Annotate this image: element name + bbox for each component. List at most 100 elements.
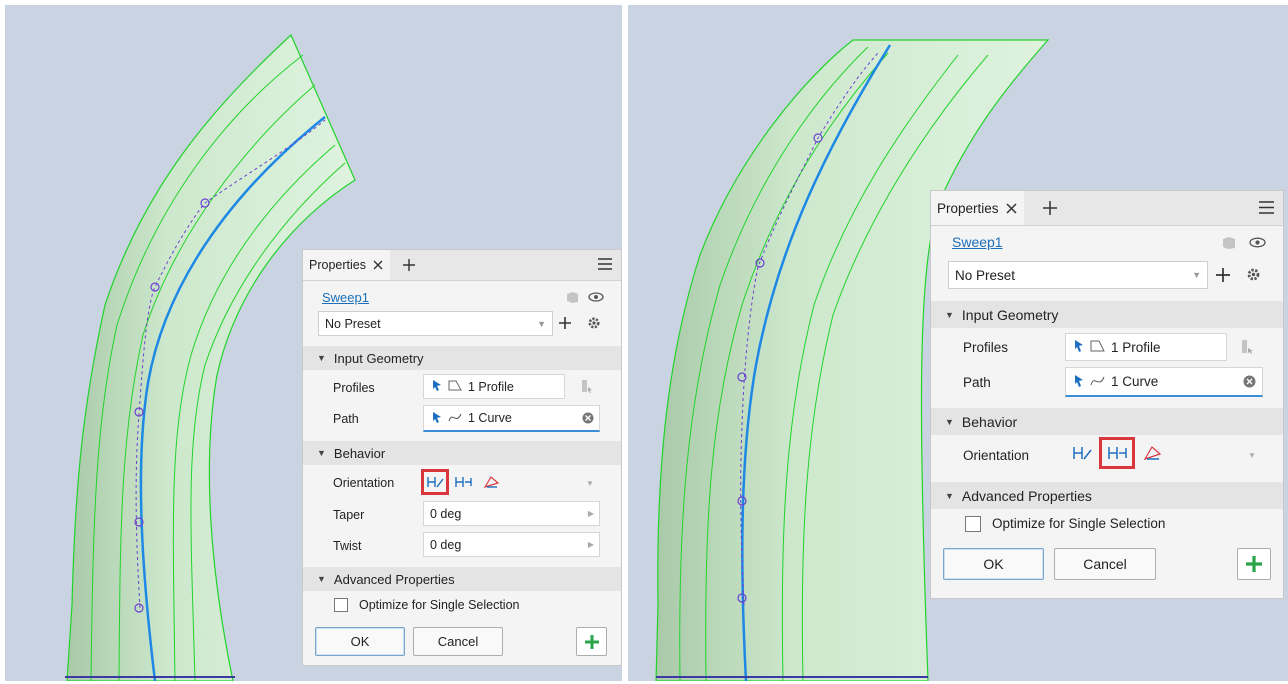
optimize-checkbox[interactable] [334, 598, 348, 612]
curve-icon [1090, 374, 1105, 390]
section-advanced-properties[interactable]: ▼ Advanced Properties [931, 482, 1283, 509]
preset-dropdown[interactable]: No Preset ▼ [948, 261, 1208, 289]
eye-icon[interactable] [588, 290, 604, 304]
ok-label: OK [983, 556, 1004, 572]
section-behavior[interactable]: ▼ Behavior [931, 408, 1283, 435]
twist-label: Twist [333, 539, 362, 553]
section-behavior-label: Behavior [333, 445, 386, 461]
profiles-selector[interactable]: 1 Profile [1065, 333, 1227, 361]
feature-name[interactable]: Sweep1 [952, 234, 1003, 250]
cancel-button[interactable]: Cancel [413, 627, 503, 656]
clear-icon[interactable] [582, 412, 594, 424]
gear-icon[interactable] [1246, 267, 1261, 282]
spinner-icon[interactable]: ▶ [588, 509, 594, 518]
tab-properties-label: Properties [309, 258, 366, 272]
curve-icon [448, 411, 462, 426]
taper-input[interactable]: 0 deg ▶ [423, 501, 600, 526]
add-tab-icon[interactable] [1043, 201, 1057, 215]
section-advanced-properties[interactable]: ▼ Advanced Properties [303, 567, 621, 591]
panel-tab-bar: Properties [303, 250, 621, 281]
orientation-dropdown-icon[interactable]: ▼ [586, 479, 594, 488]
section-input-geometry[interactable]: ▼ Input Geometry [931, 301, 1283, 328]
profile-select-tool-icon[interactable] [1241, 339, 1254, 356]
collapse-triangle-icon: ▼ [945, 309, 954, 320]
path-value: 1 Curve [468, 411, 512, 425]
orientation-label: Orientation [333, 476, 395, 490]
path-orientation-icon[interactable] [421, 469, 449, 495]
feature-name[interactable]: Sweep1 [322, 290, 369, 305]
section-input-geometry[interactable]: ▼ Input Geometry [303, 346, 621, 370]
select-arrow-icon [432, 379, 442, 394]
profile-shape-icon [1090, 339, 1105, 355]
cancel-button[interactable]: Cancel [1054, 548, 1156, 580]
ok-button[interactable]: OK [943, 548, 1044, 580]
gear-icon[interactable] [587, 316, 601, 330]
add-tab-icon[interactable] [403, 259, 415, 271]
clear-icon[interactable] [1243, 375, 1256, 388]
select-arrow-icon [1074, 339, 1084, 355]
orientation-group [421, 469, 505, 495]
optimize-label: Optimize for Single Selection [359, 598, 520, 612]
ok-button[interactable]: OK [315, 627, 405, 656]
profiles-label: Profiles [963, 340, 1009, 355]
preset-value: No Preset [325, 316, 381, 331]
green-plus-icon [1246, 556, 1262, 572]
parallel-orientation-icon[interactable] [1099, 437, 1135, 469]
panel-tab-bar: Properties [931, 191, 1283, 226]
taper-value: 0 deg [430, 506, 462, 521]
path-value: 1 Curve [1111, 374, 1159, 389]
section-advanced-label: Advanced Properties [333, 571, 455, 587]
optimize-label: Optimize for Single Selection [992, 516, 1166, 531]
profile-select-tool-icon[interactable] [581, 379, 593, 395]
section-input-geometry-label: Input Geometry [333, 350, 424, 366]
section-input-geometry-label: Input Geometry [961, 306, 1059, 323]
tab-properties[interactable]: Properties [303, 250, 390, 280]
tab-properties-label: Properties [937, 200, 999, 216]
profiles-selector[interactable]: 1 Profile [423, 374, 565, 399]
hamburger-menu-icon[interactable] [597, 257, 613, 271]
cube-icon[interactable] [565, 290, 579, 304]
hamburger-menu-icon[interactable] [1258, 200, 1275, 215]
eye-icon[interactable] [1249, 235, 1266, 250]
add-preset-icon[interactable] [1216, 268, 1230, 282]
orientation-group [1065, 437, 1169, 469]
collapse-triangle-icon: ▼ [945, 416, 954, 427]
path-selector[interactable]: 1 Curve [1065, 367, 1263, 397]
path-label: Path [333, 412, 359, 426]
path-selector[interactable]: 1 Curve [423, 405, 600, 432]
cancel-label: Cancel [437, 634, 479, 649]
guide-orientation-icon[interactable] [1135, 437, 1169, 469]
collapse-triangle-icon: ▼ [945, 490, 954, 501]
profiles-value: 1 Profile [468, 379, 514, 394]
section-behavior[interactable]: ▼ Behavior [303, 441, 621, 465]
optimize-checkbox[interactable] [965, 516, 981, 532]
add-preset-icon[interactable] [559, 317, 571, 329]
profiles-value: 1 Profile [1111, 339, 1161, 355]
ok-label: OK [350, 634, 370, 649]
parallel-orientation-icon[interactable] [449, 469, 477, 495]
guide-orientation-icon[interactable] [477, 469, 505, 495]
path-label: Path [963, 375, 991, 390]
cube-icon[interactable] [1221, 235, 1236, 250]
section-behavior-label: Behavior [961, 413, 1018, 430]
profile-shape-icon [448, 379, 462, 394]
chevron-down-icon: ▼ [1192, 270, 1201, 280]
collapse-triangle-icon: ▼ [317, 448, 326, 458]
preset-dropdown[interactable]: No Preset ▼ [318, 311, 553, 336]
apply-plus-button[interactable] [576, 627, 607, 656]
taper-label: Taper [333, 508, 365, 522]
preset-value: No Preset [955, 267, 1016, 283]
twist-input[interactable]: 0 deg ▶ [423, 532, 600, 557]
tab-properties[interactable]: Properties [931, 191, 1024, 225]
select-arrow-icon [432, 411, 442, 426]
green-plus-icon [584, 634, 599, 649]
close-icon[interactable] [372, 259, 384, 271]
close-icon[interactable] [1005, 202, 1018, 215]
properties-panel-right: Properties Sweep1 No Preset ▼ ▼ Input Ge… [930, 190, 1284, 599]
spinner-icon[interactable]: ▶ [588, 540, 594, 549]
path-orientation-icon[interactable] [1065, 437, 1099, 469]
apply-plus-button[interactable] [1237, 548, 1271, 580]
collapse-triangle-icon: ▼ [317, 353, 326, 363]
collapse-triangle-icon: ▼ [317, 574, 326, 584]
orientation-dropdown-icon[interactable]: ▼ [1248, 451, 1256, 460]
